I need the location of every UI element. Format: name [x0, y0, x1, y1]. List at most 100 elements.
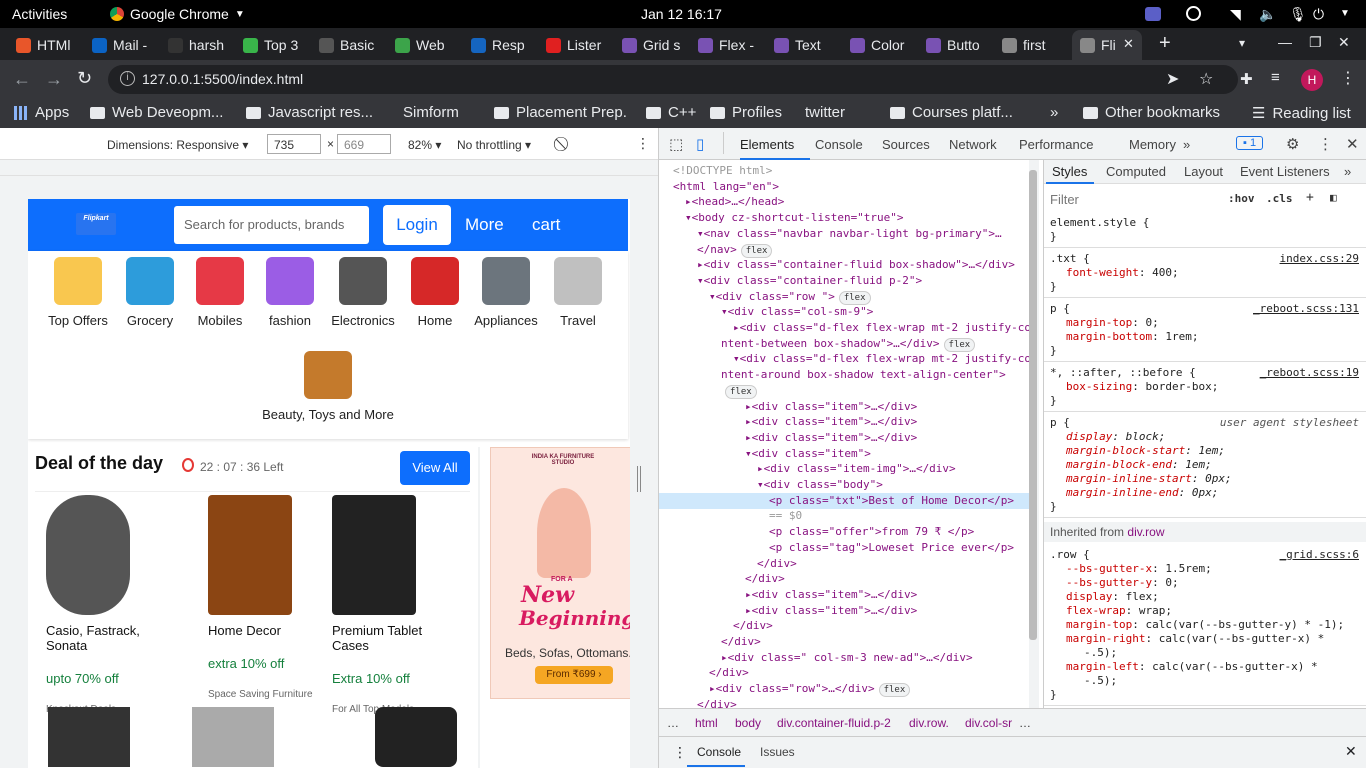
device-toggle-icon[interactable]: ▯: [696, 135, 704, 153]
breadcrumb-item[interactable]: html: [695, 716, 718, 730]
category-item[interactable]: Top Offers: [43, 257, 113, 328]
tab-search-icon[interactable]: ▾: [1239, 36, 1245, 50]
hov-toggle[interactable]: :hov: [1228, 192, 1255, 205]
category-item[interactable]: Beauty, Toys and More: [258, 351, 398, 422]
dom-node[interactable]: ▸<div class="item-img">…</div>: [757, 461, 956, 477]
product-image[interactable]: [192, 707, 274, 767]
breadcrumb-item[interactable]: …: [1019, 716, 1031, 730]
system-menu-chevron-icon[interactable]: ▼: [1340, 8, 1350, 19]
browser-tab[interactable]: Flex -: [698, 32, 762, 58]
css-source-link[interactable]: user agent stylesheet: [1220, 416, 1359, 429]
elements-scrollbar[interactable]: [1029, 160, 1039, 708]
css-declaration[interactable]: margin-right: calc(var(--bs-gutter-x) *: [1066, 632, 1324, 646]
reading-mode-icon[interactable]: ≡: [1271, 69, 1280, 86]
night-light-icon[interactable]: [1186, 6, 1201, 21]
url-text[interactable]: 127.0.0.1:5500/index.html: [142, 71, 303, 87]
maximize-icon[interactable]: ❐: [1309, 34, 1322, 51]
product-card[interactable]: Casio, Fastrack, Sonataupto 70% offKnock…: [46, 623, 171, 715]
inherited-element[interactable]: div.row: [1127, 525, 1164, 539]
dom-node[interactable]: <p class="tag">Loweset Price ever</p>: [769, 540, 1014, 556]
inspect-element-icon[interactable]: ⬚: [669, 135, 683, 153]
resize-handle-right[interactable]: [637, 466, 641, 492]
reading-list[interactable]: ☰ Reading list: [1252, 104, 1351, 123]
styles-tab[interactable]: Event Listeners: [1240, 164, 1330, 179]
devtools-tab[interactable]: Network: [949, 137, 997, 152]
view-all-button[interactable]: View All: [400, 451, 470, 485]
css-declaration[interactable]: -.5);: [1084, 674, 1117, 688]
teams-icon[interactable]: [1145, 7, 1161, 21]
breadcrumb-item[interactable]: div.container-fluid.p-2: [777, 716, 891, 730]
dom-node[interactable]: ▾<body cz-shortcut-listen="true">: [685, 210, 904, 226]
browser-tab[interactable]: Color: [850, 32, 914, 58]
css-declaration[interactable]: margin-top: calc(var(--bs-gutter-y) * -1…: [1066, 618, 1344, 632]
drawer-tab-console[interactable]: Console: [697, 745, 741, 759]
flex-badge[interactable]: flex: [740, 243, 773, 258]
reload-icon[interactable]: ↻: [77, 68, 92, 89]
styles-tab[interactable]: »: [1344, 164, 1351, 179]
browser-tab[interactable]: Butto: [926, 32, 990, 58]
dom-node[interactable]: == $0: [769, 508, 802, 524]
breadcrumb-item[interactable]: …: [667, 716, 679, 730]
wifi-icon[interactable]: ◥: [1230, 6, 1241, 23]
styles-tab[interactable]: Styles: [1052, 164, 1087, 179]
drawer-menu-icon[interactable]: ⋮: [673, 744, 687, 761]
css-declaration[interactable]: font-weight: 400;: [1066, 266, 1179, 280]
media-query-ruler[interactable]: [0, 160, 658, 176]
device-menu-icon[interactable]: ⋮: [636, 135, 650, 152]
computed-sidebar-icon[interactable]: ◧: [1330, 191, 1337, 204]
dom-node[interactable]: ntent-between box-shadow">…</div> flex: [721, 336, 976, 352]
issues-badge[interactable]: ▪ 1: [1236, 136, 1264, 150]
breadcrumb-item[interactable]: body: [735, 716, 761, 730]
browser-tab[interactable]: Top 3: [243, 32, 307, 58]
devtools-tab[interactable]: Memory: [1129, 137, 1176, 152]
product-image[interactable]: [208, 495, 292, 615]
dom-node[interactable]: flex: [721, 383, 757, 399]
browser-tab[interactable]: harsh: [168, 32, 232, 58]
bookmark-item[interactable]: Placement Prep.: [494, 104, 627, 121]
cart-link[interactable]: cart: [532, 215, 560, 235]
browser-tab[interactable]: Mail -: [92, 32, 156, 58]
flex-badge[interactable]: flex: [725, 384, 757, 399]
more-link[interactable]: More: [465, 215, 504, 235]
close-window-icon[interactable]: ✕: [1338, 34, 1350, 51]
mic-icon[interactable]: 🎙: [1289, 6, 1307, 23]
dom-node[interactable]: ▾<div class="item">: [745, 446, 871, 462]
dom-node[interactable]: ▸<div class="item">…</div>: [745, 399, 917, 415]
css-source-link[interactable]: index.css:29: [1280, 252, 1359, 265]
dom-node[interactable]: </div>: [697, 697, 737, 708]
width-input[interactable]: 735: [267, 134, 321, 154]
category-item[interactable]: Mobiles: [185, 257, 255, 328]
furniture-ad[interactable]: INDIA KA FURNITURE STUDIO FOR A New Begi…: [490, 447, 630, 699]
site-search-input[interactable]: Search for products, brands: [174, 206, 369, 244]
new-tab-icon[interactable]: +: [1159, 32, 1171, 55]
category-item[interactable]: fashion: [255, 257, 325, 328]
ad-price-button[interactable]: From ₹699 ›: [535, 666, 613, 684]
css-source-link[interactable]: _reboot.scss:19: [1260, 366, 1359, 379]
close-devtools-icon[interactable]: ✕: [1346, 135, 1359, 153]
dom-node[interactable]: ▾<div class="col-sm-9">: [721, 304, 873, 320]
bookmark-item[interactable]: twitter: [798, 104, 845, 121]
new-rule-icon[interactable]: +: [1306, 190, 1314, 205]
css-declaration[interactable]: margin-inline-start: 0px;: [1066, 472, 1232, 486]
dom-node[interactable]: <p class="offer">from 79 ₹ </p>: [769, 524, 974, 540]
dom-node[interactable]: </div>: [733, 618, 773, 634]
css-declaration[interactable]: flex-wrap: wrap;: [1066, 604, 1172, 618]
dom-node[interactable]: </div>: [757, 556, 797, 572]
flex-badge[interactable]: flex: [838, 290, 871, 305]
browser-tab[interactable]: Resp: [471, 32, 535, 58]
throttle-select[interactable]: No throttling ▾: [457, 138, 531, 152]
product-image[interactable]: [46, 495, 130, 615]
clock[interactable]: Jan 12 16:17: [641, 6, 722, 22]
dom-node[interactable]: ▸<head>…</head>: [685, 194, 784, 210]
dom-node[interactable]: <html lang="en">: [673, 179, 779, 195]
dom-node[interactable]: ▾<div class="container-fluid p-2">: [697, 273, 922, 289]
css-declaration[interactable]: margin-top: 0;: [1066, 316, 1159, 330]
bookmark-item[interactable]: Profiles: [710, 104, 782, 121]
activities-button[interactable]: Activities: [12, 6, 67, 22]
browser-tab[interactable]: Web: [395, 32, 459, 58]
bookmark-item[interactable]: Web Deveopm...: [90, 104, 223, 121]
extensions-icon[interactable]: ✚: [1240, 70, 1253, 88]
dom-node[interactable]: ▾<div class="row "> flex: [709, 289, 871, 305]
category-item[interactable]: Home: [400, 257, 470, 328]
browser-tab[interactable]: first: [1002, 32, 1062, 58]
